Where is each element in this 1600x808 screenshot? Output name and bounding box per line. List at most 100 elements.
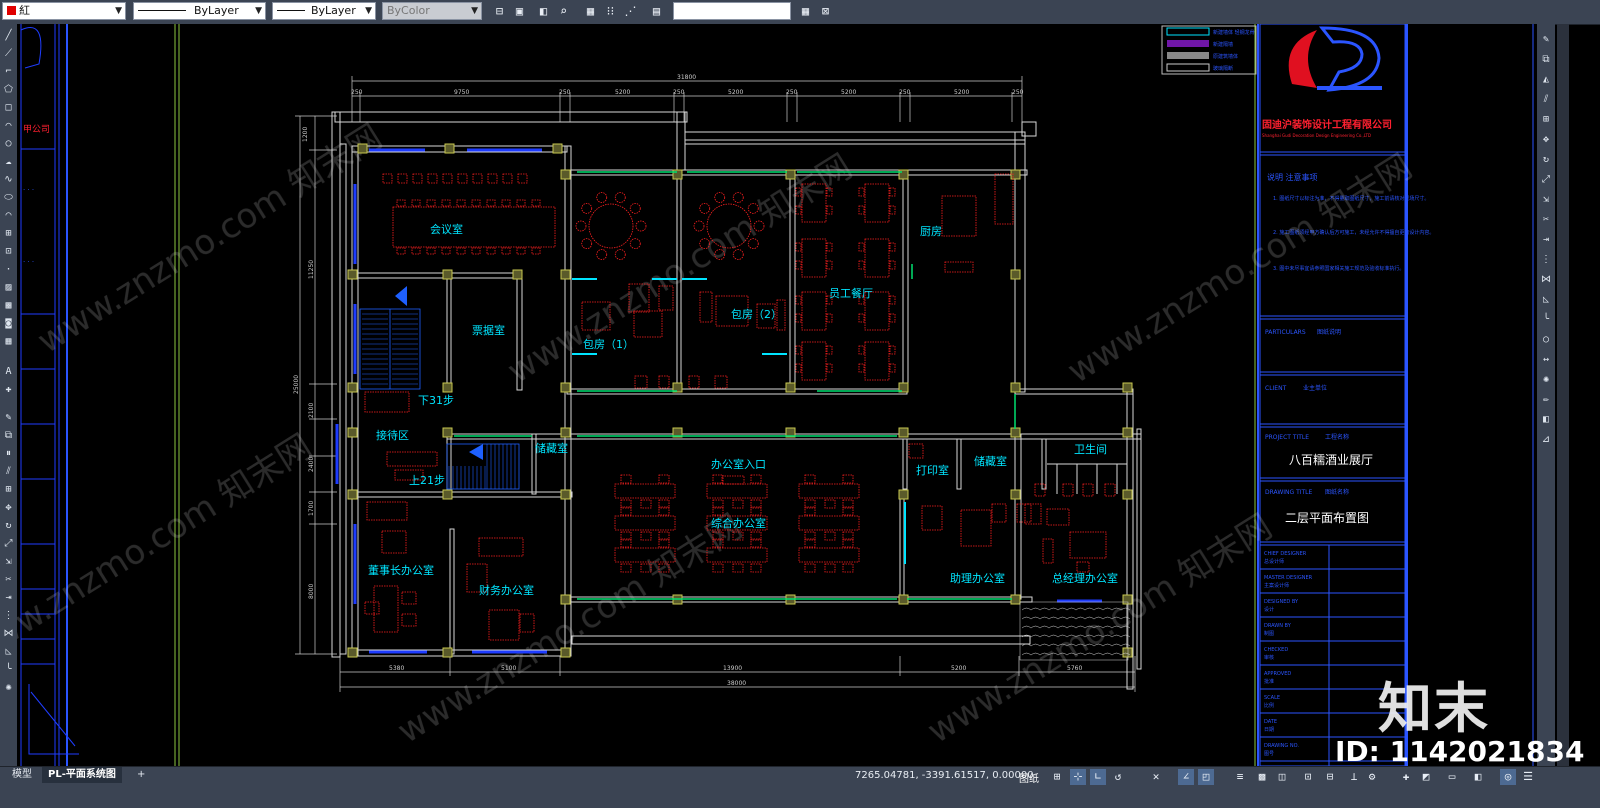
scale-icon[interactable]: ⤢ [1538, 172, 1554, 188]
transparency-icon[interactable]: ▩ [1254, 769, 1270, 785]
rotate-icon[interactable]: ↻ [1538, 152, 1554, 168]
break-icon[interactable]: ⋮ [1538, 252, 1554, 268]
lineweight-dropdown[interactable]: ByLayer ▼ [272, 2, 376, 20]
array-icon[interactable]: ⊞ [1, 482, 16, 497]
menu-icon[interactable]: ☰ [1520, 769, 1536, 785]
table-icon[interactable]: ▦ [1, 334, 16, 349]
polar-icon[interactable]: ↺ [1110, 769, 1126, 785]
layer-icon[interactable]: ◧ [535, 3, 552, 20]
erase-icon[interactable]: ✎ [1, 410, 16, 425]
gradient-icon[interactable]: ▩ [1, 298, 16, 313]
revcloud-icon[interactable]: ☁ [1, 154, 16, 169]
toolpalette-icon[interactable]: ▤ [648, 3, 665, 20]
extend-icon[interactable]: ⇥ [1, 590, 16, 605]
move-icon[interactable]: ✥ [1, 500, 16, 515]
circle-icon[interactable]: ○ [1538, 332, 1554, 348]
trim-icon[interactable]: ✂ [1, 572, 16, 587]
osnap-icon[interactable]: ✕ [1148, 769, 1164, 785]
snap-icon[interactable]: ⊹ [1070, 769, 1086, 785]
ellipse-arc-icon[interactable]: ◠ [1, 208, 16, 223]
grid-icon[interactable]: ▦ [582, 3, 599, 20]
polyline-icon[interactable]: ⌐ [1, 64, 16, 79]
construction-line-icon[interactable]: ⟋ [1, 46, 16, 61]
copy-icon[interactable]: ⧉ [1, 428, 16, 443]
monitor-icon[interactable]: ▭ [1444, 769, 1460, 785]
nodes-icon[interactable]: ⋰ [622, 3, 639, 20]
ellipse-icon[interactable]: ⬭ [1, 190, 16, 205]
mirror-icon[interactable]: ⏸ [1, 446, 16, 461]
polygon-icon[interactable]: ⬠ [1, 82, 16, 97]
insert-block-icon[interactable]: ⊞ [1, 226, 16, 241]
vertical-scrollbar[interactable] [1557, 24, 1569, 766]
move-icon[interactable]: ✥ [1538, 132, 1554, 148]
grid-icon[interactable]: ⊞ [1049, 769, 1065, 785]
explode-icon[interactable]: ✺ [1538, 372, 1554, 388]
scale-icon[interactable]: ⤢ [1, 536, 16, 551]
arc-icon[interactable]: ⌒ [1, 118, 16, 133]
copy-icon[interactable]: ⧉ [1538, 52, 1554, 68]
extend-icon[interactable]: ⇥ [1538, 232, 1554, 248]
close-viewports-icon[interactable]: ⊠ [817, 3, 834, 20]
chamfer-icon[interactable]: ◺ [1538, 292, 1554, 308]
line-icon[interactable]: ╱ [1, 28, 16, 43]
match-properties-icon[interactable]: ⊟ [491, 3, 508, 20]
text-edit-icon[interactable]: ✏ [1538, 392, 1554, 408]
selection-cycling-icon[interactable]: ◫ [1274, 769, 1290, 785]
clean-screen-icon[interactable]: ◎ [1500, 769, 1516, 785]
point-icon[interactable]: · [1, 262, 16, 277]
new-tab-button[interactable]: + [131, 767, 151, 783]
offset-icon[interactable]: ⫽ [1538, 92, 1554, 108]
viewports-icon[interactable]: ▦ [797, 3, 814, 20]
ortho-icon[interactable]: ∟ [1090, 769, 1106, 785]
hatch-icon[interactable]: ▨ [1, 280, 16, 295]
furniture-item [858, 187, 865, 197]
offset-icon[interactable]: ⫽ [1, 464, 16, 479]
add-selected-icon[interactable]: ✚ [1, 382, 16, 397]
group-icon[interactable]: ⁝⁝ [602, 3, 619, 20]
fillet-icon[interactable]: ╰ [1538, 312, 1554, 328]
scale-icon[interactable]: ⊥ [1346, 769, 1362, 785]
break-icon[interactable]: ⋮ [1, 608, 16, 623]
stretch-icon[interactable]: ⇲ [1538, 192, 1554, 208]
circle-icon[interactable]: ○ [1, 136, 16, 151]
mirror-icon[interactable]: ◭ [1538, 72, 1554, 88]
layer-icon[interactable]: ◧ [1538, 412, 1554, 428]
trim-icon[interactable]: ✂ [1538, 212, 1554, 228]
workspace-icon[interactable]: ⊟ [1322, 769, 1338, 785]
tab-model[interactable]: 模型 [6, 767, 38, 783]
annotation-icon[interactable]: ⊡ [1300, 769, 1316, 785]
furniture-item [795, 260, 802, 270]
rectangle-icon[interactable]: □ [1, 100, 16, 115]
erase-icon[interactable]: ✎ [1538, 32, 1554, 48]
color-dropdown[interactable]: 紅 ▼ [2, 2, 126, 20]
dynucs-icon[interactable]: ◰ [1198, 769, 1214, 785]
measure-icon[interactable]: ⊿ [1538, 432, 1554, 448]
stretch-icon[interactable]: ⇲ [1, 554, 16, 569]
linetype-dropdown[interactable]: ByLayer ▼ [133, 2, 266, 20]
space-toggle[interactable]: 图纸 [1019, 770, 1039, 785]
chamfer-icon[interactable]: ◺ [1, 644, 16, 659]
array-icon[interactable]: ⊞ [1538, 112, 1554, 128]
drawing-canvas[interactable]: 甲​公司 · · · · · · 新建墙体 轻钢龙骨 新建隔墙 原建筑墙体 玻璃… [17, 24, 1537, 766]
spline-icon[interactable]: ∿ [1, 172, 16, 187]
search-input[interactable] [673, 2, 791, 20]
join-icon[interactable]: ⋈ [1538, 272, 1554, 288]
region-icon[interactable]: ◙ [1, 316, 16, 331]
text-icon[interactable]: A [1, 364, 16, 379]
plus-icon[interactable]: ✚ [1398, 769, 1414, 785]
join-icon[interactable]: ⋈ [1, 626, 16, 641]
explode-icon[interactable]: ✺ [1, 680, 16, 695]
lineweight-icon[interactable]: ≡ [1232, 769, 1248, 785]
gear-icon[interactable]: ⚙ [1364, 769, 1380, 785]
hardware-accel-icon[interactable]: ◧ [1470, 769, 1486, 785]
otrack-icon[interactable]: ∠ [1178, 769, 1194, 785]
zoom-icon[interactable]: ⌕ [555, 3, 572, 20]
make-block-icon[interactable]: ⊡ [1, 244, 16, 259]
tab-layout[interactable]: PL-平面系统图 [42, 767, 122, 783]
dimension-icon[interactable]: ↔ [1538, 352, 1554, 368]
rotate-icon[interactable]: ↻ [1, 518, 16, 533]
isolate-icon[interactable]: ◩ [1418, 769, 1434, 785]
properties-icon[interactable]: ▣ [511, 3, 528, 20]
plotstyle-dropdown[interactable]: ByColor ▼ [382, 2, 482, 20]
fillet-icon[interactable]: ╰ [1, 662, 16, 677]
